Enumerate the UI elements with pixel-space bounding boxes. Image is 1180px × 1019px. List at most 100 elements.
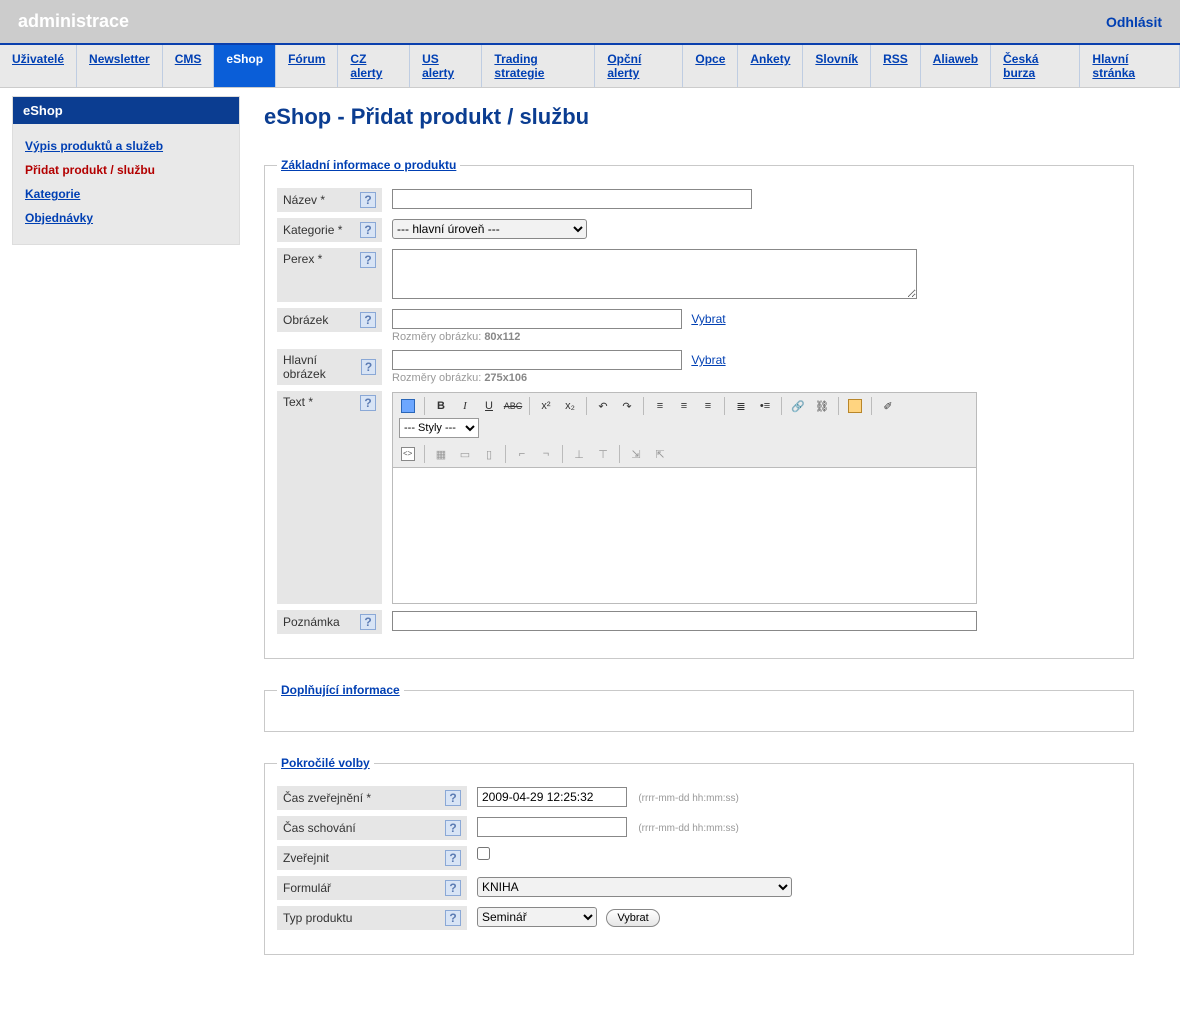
unordered-list-icon[interactable]: •≡ [754,396,776,416]
source-icon[interactable] [397,444,419,464]
table-icon[interactable]: ▦ [430,444,452,464]
help-icon[interactable]: ? [445,880,461,896]
sidebar-item-objednavky[interactable]: Objednávky [25,211,93,225]
input-publish-time[interactable] [477,787,627,807]
button-type-select[interactable]: Vybrat [606,909,659,927]
insert-col-icon[interactable]: ⊥ [568,444,590,464]
italic-icon[interactable]: I [454,396,476,416]
help-icon[interactable]: ? [360,395,376,411]
select-type[interactable]: Seminář [477,907,597,927]
legend-basic[interactable]: Základní informace o produktu [277,158,460,172]
help-icon[interactable]: ? [445,820,461,836]
merge-icon[interactable]: ⇲ [625,444,647,464]
link-icon[interactable]: 🔗 [787,396,809,416]
nav-slovnik[interactable]: Slovník [803,45,871,87]
label-hide-time: Čas schování ? [277,816,467,840]
label-image: Obrázek ? [277,308,382,332]
header-bar: administrace Odhlásit [0,0,1180,45]
superscript-icon[interactable]: x² [535,396,557,416]
link-select-mainimage[interactable]: Vybrat [691,353,725,367]
paste-icon[interactable] [397,396,419,416]
help-icon[interactable]: ? [445,790,461,806]
editor-style-select[interactable]: --- Styly --- [399,418,479,438]
underline-icon[interactable]: U [478,396,500,416]
nav-uzivatele[interactable]: Uživatelé [0,45,77,87]
help-icon[interactable]: ? [360,192,376,208]
nav-cz-alerty[interactable]: CZ alerty [338,45,410,87]
nav-newsletter[interactable]: Newsletter [77,45,163,87]
help-icon[interactable]: ? [360,252,376,268]
label-publish-time: Čas zveřejnění * ? [277,786,467,810]
table-col-icon[interactable]: ▯ [478,444,500,464]
input-image[interactable] [392,309,682,329]
redo-icon[interactable]: ↷ [616,396,638,416]
sidebar-item-pridat[interactable]: Přidat produkt / službu [25,163,155,177]
editor-toolbar: B I U ABC x² x₂ ↶ ↷ ≡ ≡ [392,392,977,468]
help-icon[interactable]: ? [360,312,376,328]
nav-ankety[interactable]: Ankety [738,45,803,87]
nav-ceska-burza[interactable]: Česká burza [991,45,1080,87]
nav-rss[interactable]: RSS [871,45,921,87]
nav-trading[interactable]: Trading strategie [482,45,595,87]
delete-row-icon[interactable]: ¬ [535,444,557,464]
date-format-hint: (rrrr-mm-dd hh:mm:ss) [638,793,739,804]
label-form: Formulář ? [277,876,467,900]
label-type: Typ produktu ? [277,906,467,930]
hint-mainimage: Rozměry obrázku: 275x106 [392,372,1121,384]
help-icon[interactable]: ? [360,222,376,238]
link-select-image[interactable]: Vybrat [691,312,725,326]
page-title: eShop - Přidat produkt / službu [264,104,1134,130]
undo-icon[interactable]: ↶ [592,396,614,416]
fieldset-extra: Doplňující informace [264,683,1134,732]
legend-extra[interactable]: Doplňující informace [277,683,404,697]
table-row-icon[interactable]: ▭ [454,444,476,464]
nav-forum[interactable]: Fórum [276,45,338,87]
nav-opce[interactable]: Opce [683,45,738,87]
align-left-icon[interactable]: ≡ [649,396,671,416]
image-icon[interactable] [844,396,866,416]
help-icon[interactable]: ? [360,614,376,630]
unlink-icon[interactable]: ⛓ [811,396,833,416]
textarea-perex[interactable] [392,249,917,299]
label-name: Název * ? [277,188,382,212]
ordered-list-icon[interactable]: ≣ [730,396,752,416]
help-icon[interactable]: ? [445,910,461,926]
nav-hlavni-stranka[interactable]: Hlavní stránka [1080,45,1180,87]
nav-us-alerty[interactable]: US alerty [410,45,482,87]
label-mainimage: Hlavní obrázek ? [277,349,382,385]
top-nav: Uživatelé Newsletter CMS eShop Fórum CZ … [0,45,1180,88]
input-note[interactable] [392,611,977,631]
delete-col-icon[interactable]: ⊤ [592,444,614,464]
input-mainimage[interactable] [392,350,682,370]
input-hide-time[interactable] [477,817,627,837]
select-form[interactable]: KNIHA [477,877,792,897]
app-title: administrace [18,11,129,32]
legend-advanced[interactable]: Pokročilé volby [277,756,374,770]
sidebar: eShop Výpis produktů a služeb Přidat pro… [0,88,248,1019]
editor-body[interactable] [392,468,977,604]
logout-link[interactable]: Odhlásit [1106,14,1162,30]
bold-icon[interactable]: B [430,396,452,416]
align-center-icon[interactable]: ≡ [673,396,695,416]
sidebar-item-kategorie[interactable]: Kategorie [25,187,80,201]
label-text: Text * ? [277,391,382,604]
strike-icon[interactable]: ABC [502,396,524,416]
checkbox-publish[interactable] [477,847,490,860]
nav-aliaweb[interactable]: Aliaweb [921,45,991,87]
nav-eshop[interactable]: eShop [214,45,276,87]
subscript-icon[interactable]: x₂ [559,396,581,416]
split-icon[interactable]: ⇱ [649,444,671,464]
insert-row-icon[interactable]: ⌐ [511,444,533,464]
align-right-icon[interactable]: ≡ [697,396,719,416]
label-note: Poznámka ? [277,610,382,634]
nav-cms[interactable]: CMS [163,45,215,87]
input-name[interactable] [392,189,752,209]
help-icon[interactable]: ? [361,359,376,375]
help-icon[interactable]: ? [445,850,461,866]
label-perex: Perex * ? [277,248,382,302]
fieldset-advanced: Pokročilé volby Čas zveřejnění * ? (rrrr… [264,756,1134,955]
select-category[interactable]: --- hlavní úroveň --- [392,219,587,239]
nav-opcni-alerty[interactable]: Opční alerty [595,45,683,87]
clean-icon[interactable]: ✐ [877,396,899,416]
sidebar-item-vypis[interactable]: Výpis produktů a služeb [25,139,163,153]
